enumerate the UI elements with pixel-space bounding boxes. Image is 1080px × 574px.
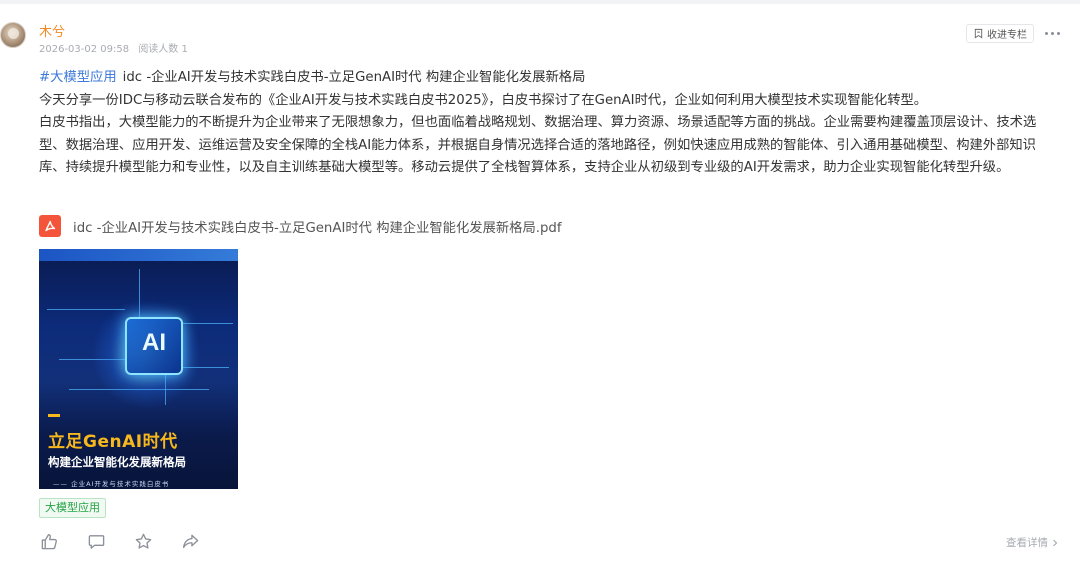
post-paragraph: 白皮书指出，大模型能力的不断提升为企业带来了无限想象力，但也面临着战略规划、数据… <box>39 115 1037 175</box>
post-datetime: 2026-03-02 09:58 <box>39 44 130 55</box>
post-title-line: #大模型应用 idc -企业AI开发与技术实践白皮书-立足GenAI时代 构建企业… <box>39 67 1059 90</box>
post-paragraph: 今天分享一份IDC与移动云联合发布的《企业AI开发与技术实践白皮书2025》，白… <box>39 92 928 108</box>
view-details-link[interactable]: 查看详情 <box>1006 535 1059 550</box>
more-options-button[interactable] <box>1040 24 1064 42</box>
avatar[interactable] <box>0 22 26 48</box>
pdf-file-name: idc -企业AI开发与技术实践白皮书-立足GenAI时代 构建企业智能化发展新… <box>73 220 562 236</box>
like-icon <box>41 533 57 549</box>
cover-footer: —— 企业AI开发与技术实践白皮书 <box>53 480 170 488</box>
cover-top-band <box>39 249 238 261</box>
post-title: idc -企业AI开发与技术实践白皮书-立足GenAI时代 构建企业智能化发展新… <box>122 70 586 85</box>
cover-image[interactable]: AI 立足GenAI时代 构建企业智能化发展新格局 —— 企业AI开发与技术实践… <box>39 249 238 489</box>
collect-to-column-button[interactable]: 收进专栏 <box>966 24 1034 43</box>
pdf-icon <box>39 215 61 237</box>
view-details-label: 查看详情 <box>1006 537 1048 549</box>
ai-chip-label: AI <box>142 329 166 356</box>
more-dots-icon <box>1044 31 1048 35</box>
read-count: 阅读人数 1 <box>138 44 188 55</box>
bookmark-icon <box>974 28 983 39</box>
comment-icon <box>88 534 105 549</box>
favorite-star-icon <box>135 533 152 549</box>
author-name[interactable]: 木兮 <box>39 24 65 42</box>
favorite-button[interactable] <box>134 531 181 551</box>
share-button[interactable] <box>181 531 228 551</box>
collect-label: 收进专栏 <box>987 30 1027 41</box>
cover-subtitle: 构建企业智能化发展新格局 <box>48 455 186 469</box>
cover-accent-bar <box>48 414 60 417</box>
hashtag-link[interactable]: #大模型应用 <box>39 70 117 85</box>
share-icon <box>182 534 199 548</box>
cover-title: 立足GenAI时代 <box>48 432 178 452</box>
post-meta: 2026-03-02 09:58 阅读人数 1 <box>39 43 188 57</box>
post-body: #大模型应用 idc -企业AI开发与技术实践白皮书-立足GenAI时代 构建企业… <box>39 67 1059 180</box>
top-divider <box>0 0 1080 4</box>
topic-tag[interactable]: 大模型应用 <box>39 498 106 518</box>
pdf-attachment[interactable]: idc -企业AI开发与技术实践白皮书-立足GenAI时代 构建企业智能化发展新… <box>39 214 562 238</box>
like-button[interactable] <box>40 531 87 551</box>
comment-button[interactable] <box>87 531 134 551</box>
chevron-right-icon <box>1053 539 1058 546</box>
post-action-bar <box>40 531 228 551</box>
